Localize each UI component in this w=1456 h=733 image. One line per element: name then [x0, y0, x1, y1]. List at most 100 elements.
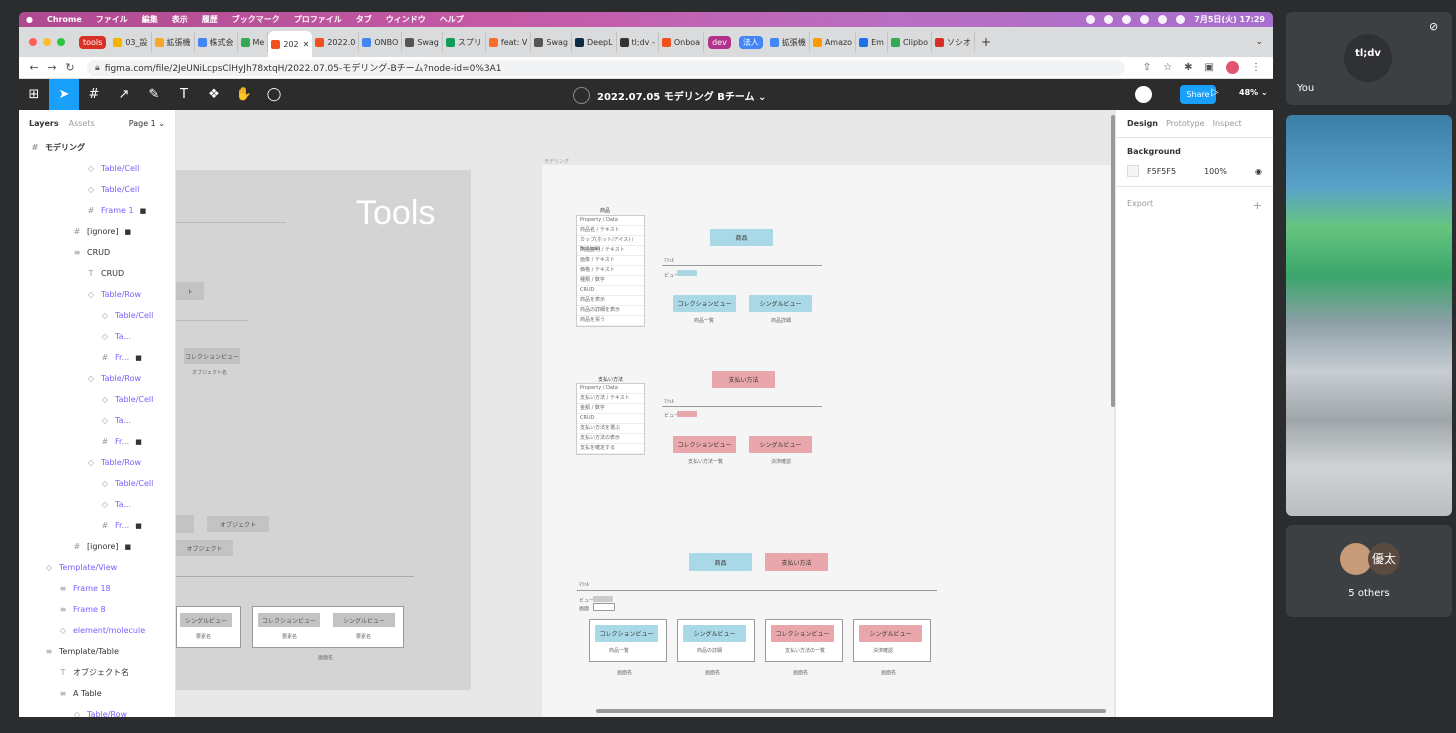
- menu-datetime[interactable]: 7月5日(火) 17:29: [1194, 14, 1265, 25]
- browser-tab[interactable]: スプリ: [443, 32, 486, 52]
- text-tool-icon[interactable]: T: [169, 79, 199, 110]
- layer-row[interactable]: ≡ Frame 8: [19, 599, 175, 620]
- browser-tab[interactable]: Clipbo: [888, 32, 933, 52]
- minimize-window-button[interactable]: [43, 38, 51, 46]
- apple-icon[interactable]: ●: [26, 15, 33, 24]
- status-icon[interactable]: [1140, 15, 1150, 24]
- lock-icon[interactable]: ■: [135, 354, 142, 362]
- layer-row[interactable]: ◇ Table/Row: [19, 284, 175, 305]
- status-icon[interactable]: [1086, 15, 1096, 24]
- menu-help[interactable]: ヘルプ: [440, 14, 464, 25]
- sidepanel-icon[interactable]: ▣: [1205, 62, 1214, 73]
- browser-tab[interactable]: Swag: [531, 32, 572, 52]
- close-tab-icon[interactable]: ✕: [303, 40, 310, 49]
- menu-file[interactable]: ファイル: [96, 14, 128, 25]
- lock-icon[interactable]: ■: [135, 522, 142, 530]
- pen-tool-icon[interactable]: ✎: [139, 79, 169, 110]
- status-icon[interactable]: [1104, 15, 1114, 24]
- layer-row[interactable]: # Frame 1 ■: [19, 200, 175, 221]
- bookmark-star-icon[interactable]: ☆: [1163, 62, 1172, 73]
- browser-tab[interactable]: ONBO: [359, 32, 403, 52]
- layer-row[interactable]: # Fr... ■: [19, 431, 175, 452]
- tab-inspect[interactable]: Inspect: [1213, 119, 1242, 128]
- close-window-button[interactable]: [29, 38, 37, 46]
- layer-row[interactable]: ◇ Table/Cell: [19, 473, 175, 494]
- self-video-tile[interactable]: tl;dv You ⊘: [1286, 12, 1452, 105]
- layer-row[interactable]: ◇ Table/Cell: [19, 179, 175, 200]
- menu-app-name[interactable]: Chrome: [47, 15, 82, 24]
- layer-row[interactable]: # Fr... ■: [19, 347, 175, 368]
- layer-row[interactable]: ◇ Ta...: [19, 326, 175, 347]
- new-tab-button[interactable]: +: [981, 35, 991, 49]
- figma-main-menu-icon[interactable]: ⊞: [19, 79, 49, 110]
- horizontal-scrollbar[interactable]: [596, 709, 1106, 713]
- user-avatar[interactable]: [1135, 86, 1152, 103]
- layer-row[interactable]: ◇ Table/Cell: [19, 305, 175, 326]
- menu-profiles[interactable]: プロファイル: [294, 14, 342, 25]
- menu-tab[interactable]: タブ: [356, 14, 372, 25]
- layer-row[interactable]: # Fr... ■: [19, 515, 175, 536]
- others-tile[interactable]: 優太 5 others: [1286, 525, 1452, 617]
- menu-window[interactable]: ウィンドウ: [386, 14, 426, 25]
- menu-bookmarks[interactable]: ブックマーク: [232, 14, 280, 25]
- modeling-frame[interactable]: 商品 Property / Data 商品名 / テキスト カップ(ホット/アイス)…: [542, 165, 1114, 717]
- browser-tab[interactable]: 株式会: [195, 32, 238, 52]
- browser-tab[interactable]: feat: V: [486, 32, 532, 52]
- components-icon[interactable]: ❖: [199, 79, 229, 110]
- hand-tool-icon[interactable]: ✋: [229, 79, 259, 110]
- tab-prototype[interactable]: Prototype: [1166, 119, 1205, 128]
- browser-tab[interactable]: 拡張機: [767, 32, 810, 52]
- lock-icon[interactable]: ■: [125, 543, 132, 551]
- layer-row[interactable]: ◇ Template/View: [19, 557, 175, 578]
- color-swatch[interactable]: [1127, 165, 1139, 177]
- lock-icon[interactable]: ■: [135, 438, 142, 446]
- layer-row[interactable]: ◇ Ta...: [19, 410, 175, 431]
- zoom-level[interactable]: 48% ⌄: [1239, 88, 1268, 97]
- layer-row[interactable]: ≡ A Table: [19, 683, 175, 704]
- tab-layers[interactable]: Layers: [29, 119, 59, 128]
- present-icon[interactable]: ▷: [1211, 87, 1219, 98]
- menu-history[interactable]: 履歴: [202, 14, 218, 25]
- layer-row[interactable]: ◇ Table/Cell: [19, 389, 175, 410]
- layer-row[interactable]: ◇ Ta...: [19, 494, 175, 515]
- browser-tab[interactable]: 202 ✕: [268, 31, 313, 57]
- tab-group-法人[interactable]: 法人: [738, 35, 763, 49]
- forward-button[interactable]: →: [43, 61, 61, 74]
- chrome-menu-icon[interactable]: ⋮: [1251, 62, 1261, 73]
- tab-group-dev[interactable]: dev: [708, 35, 731, 49]
- layer-row[interactable]: ≡ Template/Table: [19, 641, 175, 662]
- search-icon[interactable]: [1176, 15, 1186, 24]
- browser-tab[interactable]: 03_設: [110, 32, 152, 52]
- layer-row[interactable]: ◇ Table/Row: [19, 704, 175, 717]
- page-selector[interactable]: Page 1 ⌄: [129, 119, 165, 128]
- layer-row[interactable]: ◇ element/molecule: [19, 620, 175, 641]
- document-title[interactable]: 2022.07.05 モデリング Bチーム ⌄: [597, 88, 766, 103]
- tools-frame[interactable]: Tools ト コレクションビュー オブジェクト名 オブジェクト オブジェクト …: [176, 170, 471, 690]
- bg-opacity[interactable]: 100%: [1204, 167, 1227, 176]
- lock-icon[interactable]: ■: [125, 228, 132, 236]
- layer-row[interactable]: ≡ Frame 18: [19, 578, 175, 599]
- status-icon[interactable]: [1122, 15, 1132, 24]
- layer-row[interactable]: ◇ Table/Cell: [19, 158, 175, 179]
- layer-row[interactable]: ≡ CRUD: [19, 242, 175, 263]
- menu-edit[interactable]: 編集: [142, 14, 158, 25]
- frame-tool-icon[interactable]: #: [79, 79, 109, 110]
- layer-row[interactable]: # [ignore] ■: [19, 221, 175, 242]
- tab-group-tools[interactable]: tools: [79, 35, 107, 49]
- browser-tab[interactable]: Me: [238, 32, 269, 52]
- browser-tab[interactable]: DeepL: [572, 32, 617, 52]
- browser-tab[interactable]: Amazo: [810, 32, 857, 52]
- browser-tab[interactable]: Onboa: [659, 32, 705, 52]
- wifi-icon[interactable]: [1158, 15, 1168, 24]
- add-export-icon[interactable]: +: [1253, 199, 1262, 212]
- layer-row[interactable]: T オブジェクト名: [19, 662, 175, 683]
- back-button[interactable]: ←: [25, 61, 43, 74]
- zoom-window-button[interactable]: [57, 38, 65, 46]
- browser-tab[interactable]: ソシオ: [932, 32, 976, 52]
- layer-row[interactable]: T CRUD: [19, 263, 175, 284]
- shape-tool-icon[interactable]: ↗: [109, 79, 139, 110]
- comment-tool-icon[interactable]: ◯: [259, 79, 289, 110]
- reload-button[interactable]: ↻: [61, 61, 79, 74]
- eye-icon[interactable]: ◉: [1255, 167, 1262, 176]
- layer-row[interactable]: # [ignore] ■: [19, 536, 175, 557]
